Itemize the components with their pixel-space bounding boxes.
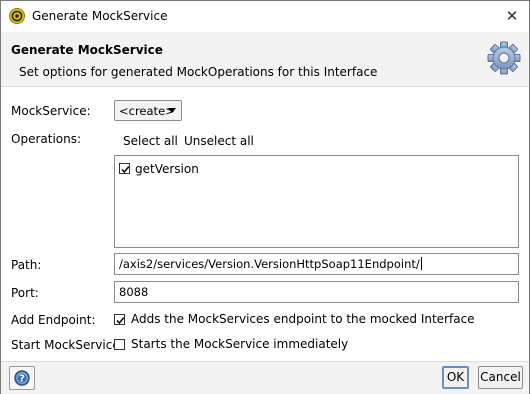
add-endpoint-checkbox[interactable] <box>114 314 125 325</box>
path-field[interactable]: /axis2/services/Version.VersionHttpSoap1… <box>114 253 519 275</box>
operations-list[interactable]: getVersion <box>114 155 519 248</box>
close-button[interactable]: ✕ <box>501 6 523 26</box>
checkmark-icon <box>121 166 130 174</box>
checkmark-icon <box>116 317 125 325</box>
title-bar[interactable]: Generate MockService ✕ <box>1 1 529 32</box>
operations-label: Operations: <box>11 132 82 146</box>
port-field[interactable]: 8088 <box>114 281 519 303</box>
help-icon: ? <box>14 370 30 386</box>
ok-button[interactable]: OK <box>442 366 469 389</box>
soapui-app-icon <box>9 8 25 24</box>
operation-checkbox[interactable] <box>119 163 130 174</box>
header-subtitle: Set options for generated MockOperations… <box>19 65 378 79</box>
chevron-down-icon <box>168 108 176 113</box>
text-caret <box>420 257 422 270</box>
window-title: Generate MockService <box>32 9 168 23</box>
start-mockservice-checkbox[interactable] <box>114 339 125 350</box>
start-mockservice-label: Start MockService: <box>11 338 124 352</box>
port-label: Port: <box>11 286 39 300</box>
unselect-all-button[interactable]: Unselect all <box>184 134 254 148</box>
path-value: /axis2/services/Version.VersionHttpSoap1… <box>119 257 420 271</box>
dialog-header: Generate MockService Set options for gen… <box>1 32 529 87</box>
start-mockservice-text: Starts the MockService immediately <box>131 337 349 351</box>
generate-mockservice-dialog: Generate MockService ✕ Generate MockServ… <box>0 0 530 394</box>
add-endpoint-text: Adds the MockServices endpoint to the mo… <box>131 312 475 326</box>
operation-label: getVersion <box>135 162 199 176</box>
mockservice-selected: <create> <box>119 104 175 118</box>
port-value: 8088 <box>119 285 149 299</box>
header-title: Generate MockService <box>11 43 163 57</box>
svg-text:?: ? <box>19 374 25 385</box>
help-button[interactable]: ? <box>9 366 35 390</box>
gear-icon <box>487 41 521 75</box>
select-all-button[interactable]: Select all <box>123 134 178 148</box>
mockservice-label: MockService: <box>11 104 91 118</box>
cancel-button[interactable]: Cancel <box>478 366 523 389</box>
button-bar: ? OK Cancel <box>1 361 529 394</box>
mockservice-combo[interactable]: <create> <box>114 100 182 121</box>
path-label: Path: <box>11 258 42 272</box>
add-endpoint-label: Add Endpoint: <box>11 313 96 327</box>
